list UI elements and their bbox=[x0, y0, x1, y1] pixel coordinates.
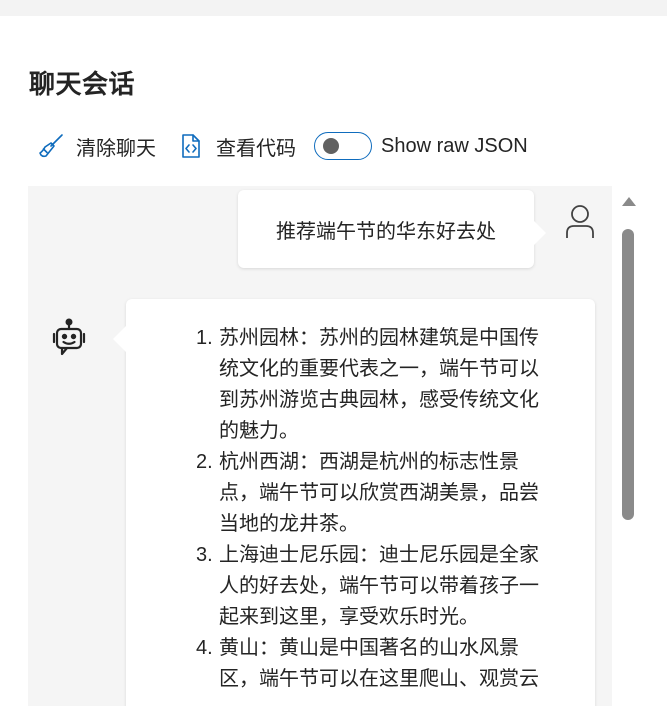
assistant-message-bubble: 1. 苏州园林：苏州的园林建筑是中国传统文化的重要代表之一，端午节可以到苏州游览古… bbox=[113, 299, 595, 706]
toggle-label: Show raw JSON bbox=[381, 134, 528, 157]
answer-item-text: 黄山：黄山是中国著名的山水风景区，端午节可以在这里爬山、观赏云 bbox=[219, 637, 539, 690]
show-raw-json-toggle[interactable]: Show raw JSON bbox=[314, 132, 528, 160]
scroll-up-arrow-icon[interactable] bbox=[622, 197, 636, 206]
bot-icon bbox=[52, 318, 86, 358]
clear-chat-button[interactable]: 清除聊天 bbox=[38, 132, 156, 161]
answer-item-number: 1. bbox=[196, 327, 213, 349]
answer-item-number: 2. bbox=[196, 451, 213, 473]
answer-item: 1. 苏州园林：苏州的园林建筑是中国传统文化的重要代表之一，端午节可以到苏州游览古… bbox=[196, 323, 558, 447]
user-message-text: 推荐端午节的华东好去处 bbox=[276, 220, 496, 243]
answer-item-number: 4. bbox=[196, 637, 213, 659]
chat-panel: 推荐端午节的华东好去处 1. 苏州园林：苏州的园林建筑是中国传统文化的重要代表之一… bbox=[28, 186, 612, 706]
answer-item-number: 3. bbox=[196, 544, 213, 566]
clear-chat-label: 清除聊天 bbox=[76, 137, 156, 160]
broom-icon bbox=[38, 133, 64, 159]
answer-item: 2. 杭州西湖：西湖是杭州的标志性景点，端午节可以欣赏西湖美景，品尝当地的龙井茶。 bbox=[196, 447, 558, 540]
user-message-bubble: 推荐端午节的华东好去处 bbox=[238, 190, 546, 268]
page-title: 聊天会话 bbox=[29, 69, 136, 99]
view-code-label: 查看代码 bbox=[216, 137, 296, 160]
top-strip bbox=[0, 0, 667, 16]
answer-item-text: 杭州西湖：西湖是杭州的标志性景点，端午节可以欣赏西湖美景，品尝当地的龙井茶。 bbox=[219, 451, 539, 535]
assistant-answer-list: 1. 苏州园林：苏州的园林建筑是中国传统文化的重要代表之一，端午节可以到苏州游览古… bbox=[196, 323, 558, 695]
toolbar: 清除聊天 查看代码 Show raw JSON bbox=[38, 128, 528, 164]
code-file-icon bbox=[178, 133, 204, 159]
person-icon bbox=[564, 204, 596, 240]
answer-item: 4. 黄山：黄山是中国著名的山水风景区，端午节可以在这里爬山、观赏云 bbox=[196, 633, 558, 695]
scrollbar-thumb[interactable] bbox=[622, 229, 634, 520]
answer-item-text: 苏州园林：苏州的园林建筑是中国传统文化的重要代表之一，端午节可以到苏州游览古典园… bbox=[219, 327, 539, 442]
toggle-knob bbox=[323, 138, 339, 154]
toggle-switch[interactable] bbox=[314, 132, 372, 160]
view-code-button[interactable]: 查看代码 bbox=[178, 132, 296, 161]
answer-item-text: 上海迪士尼乐园：迪士尼乐园是全家人的好去处，端午节可以带着孩子一起来到这里，享受… bbox=[219, 544, 539, 628]
answer-item: 3. 上海迪士尼乐园：迪士尼乐园是全家人的好去处，端午节可以带着孩子一起来到这里，… bbox=[196, 540, 558, 633]
